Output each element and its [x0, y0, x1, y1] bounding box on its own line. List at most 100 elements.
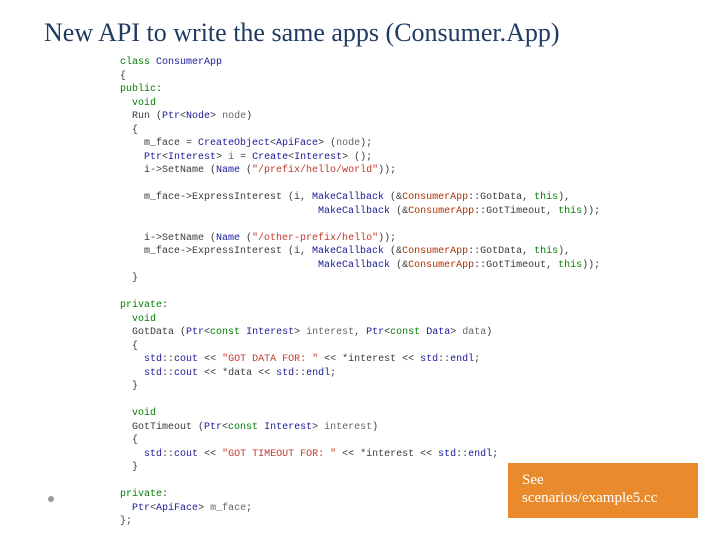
- code-token: this: [558, 206, 582, 217]
- code-token: ConsumerApp: [408, 260, 474, 271]
- code-token: >: [210, 111, 222, 122]
- code-token: endl: [468, 449, 492, 460]
- code-token: > (: [318, 138, 336, 149]
- code-token: {: [120, 435, 138, 446]
- code-token: [120, 260, 318, 271]
- code-token: ): [246, 111, 252, 122]
- code-token: << *data <<: [198, 368, 276, 379]
- code-token: ));: [378, 165, 396, 176]
- code-token: "GOT TIMEOUT FOR: ": [222, 449, 336, 460]
- code-token: Ptr: [144, 152, 162, 163]
- code-token: ;: [246, 503, 252, 514]
- code-token: endl: [306, 368, 330, 379]
- code-token: (&: [384, 246, 402, 257]
- code-token: >: [312, 422, 324, 433]
- code-token: Create: [252, 152, 288, 163]
- code-token: m_face =: [120, 138, 198, 149]
- code-token: );: [360, 138, 372, 149]
- code-token: [120, 152, 144, 163]
- code-token: ::GotData,: [468, 192, 534, 203]
- code-token: Node: [186, 111, 210, 122]
- code-token: this: [558, 260, 582, 271]
- code-token: ::: [294, 368, 306, 379]
- code-token: std: [144, 354, 162, 365]
- code-token: ;: [330, 368, 336, 379]
- code-token: <<: [198, 449, 222, 460]
- code-token: :: [156, 84, 162, 95]
- code-token: :: [162, 300, 168, 311]
- code-token: ): [486, 327, 492, 338]
- code-token: void: [120, 98, 156, 109]
- code-token: node: [336, 138, 360, 149]
- code-token: <<: [198, 354, 222, 365]
- code-token: }: [120, 381, 138, 392]
- code-token: ;: [474, 354, 480, 365]
- code-token: };: [120, 516, 132, 527]
- code-token: ));: [378, 233, 396, 244]
- code-token: CreateObject: [198, 138, 270, 149]
- code-token: Ptr: [132, 503, 150, 514]
- code-token: i->SetName (: [120, 233, 216, 244]
- code-token: (&: [390, 260, 408, 271]
- code-token: this: [534, 246, 558, 257]
- code-token: std: [144, 449, 162, 460]
- code-token: ::: [162, 354, 174, 365]
- code-token: cout: [174, 354, 198, 365]
- code-token: << *interest <<: [318, 354, 420, 365]
- code-token: (&: [384, 192, 402, 203]
- code-token: >: [216, 152, 228, 163]
- code-token: Name: [216, 233, 240, 244]
- code-token: MakeCallback: [312, 192, 384, 203]
- code-token: std: [420, 354, 438, 365]
- code-token: "/other-prefix/hello": [252, 233, 378, 244]
- code-token: ),: [558, 192, 570, 203]
- slide: New API to write the same apps (Consumer…: [0, 0, 720, 540]
- code-token: > ();: [342, 152, 372, 163]
- code-token: const: [210, 327, 240, 338]
- code-token: [120, 206, 318, 217]
- code-token: ::GotTimeout,: [474, 260, 558, 271]
- code-token: MakeCallback: [318, 260, 390, 271]
- code-token: Interest: [246, 327, 294, 338]
- code-token: Interest: [168, 152, 216, 163]
- code-token: std: [276, 368, 294, 379]
- code-token: ::GotData,: [468, 246, 534, 257]
- code-token: node: [222, 111, 246, 122]
- code-token: ,: [354, 327, 366, 338]
- code-token: {: [120, 125, 138, 136]
- code-token: :: [162, 489, 168, 500]
- code-token: class: [120, 57, 150, 68]
- code-token: std: [144, 368, 162, 379]
- code-token: Ptr: [186, 327, 204, 338]
- code-token: cout: [174, 449, 198, 460]
- code-block: class ConsumerApp { public: void Run (Pt…: [0, 54, 720, 529]
- code-token: i->SetName (: [120, 165, 216, 176]
- code-token: ConsumerApp: [402, 246, 468, 257]
- code-token: "GOT DATA FOR: ": [222, 354, 318, 365]
- code-token: ::: [162, 368, 174, 379]
- code-token: [120, 368, 144, 379]
- code-token: void: [120, 408, 156, 419]
- code-token: Ptr: [162, 111, 180, 122]
- code-token: data: [462, 327, 486, 338]
- code-token: ::GotTimeout,: [474, 206, 558, 217]
- code-token: private: [120, 489, 162, 500]
- code-token: Name: [216, 165, 240, 176]
- code-token: GotTimeout (: [120, 422, 204, 433]
- slide-title: New API to write the same apps (Consumer…: [0, 0, 720, 54]
- page-dot-icon: [48, 496, 54, 502]
- code-token: Run (: [120, 111, 162, 122]
- code-token: ::: [162, 449, 174, 460]
- code-token: endl: [450, 354, 474, 365]
- code-token: "/prefix/hello/world": [252, 165, 378, 176]
- code-token: {: [120, 71, 126, 82]
- code-token: >: [450, 327, 462, 338]
- callout-box: See scenarios/example5.cc: [508, 463, 698, 519]
- code-token: {: [120, 341, 138, 352]
- code-token: Interest: [294, 152, 342, 163]
- code-token: >: [198, 503, 210, 514]
- code-token: }: [120, 273, 138, 284]
- code-token: =: [234, 152, 252, 163]
- code-token: const: [390, 327, 420, 338]
- code-token: (&: [390, 206, 408, 217]
